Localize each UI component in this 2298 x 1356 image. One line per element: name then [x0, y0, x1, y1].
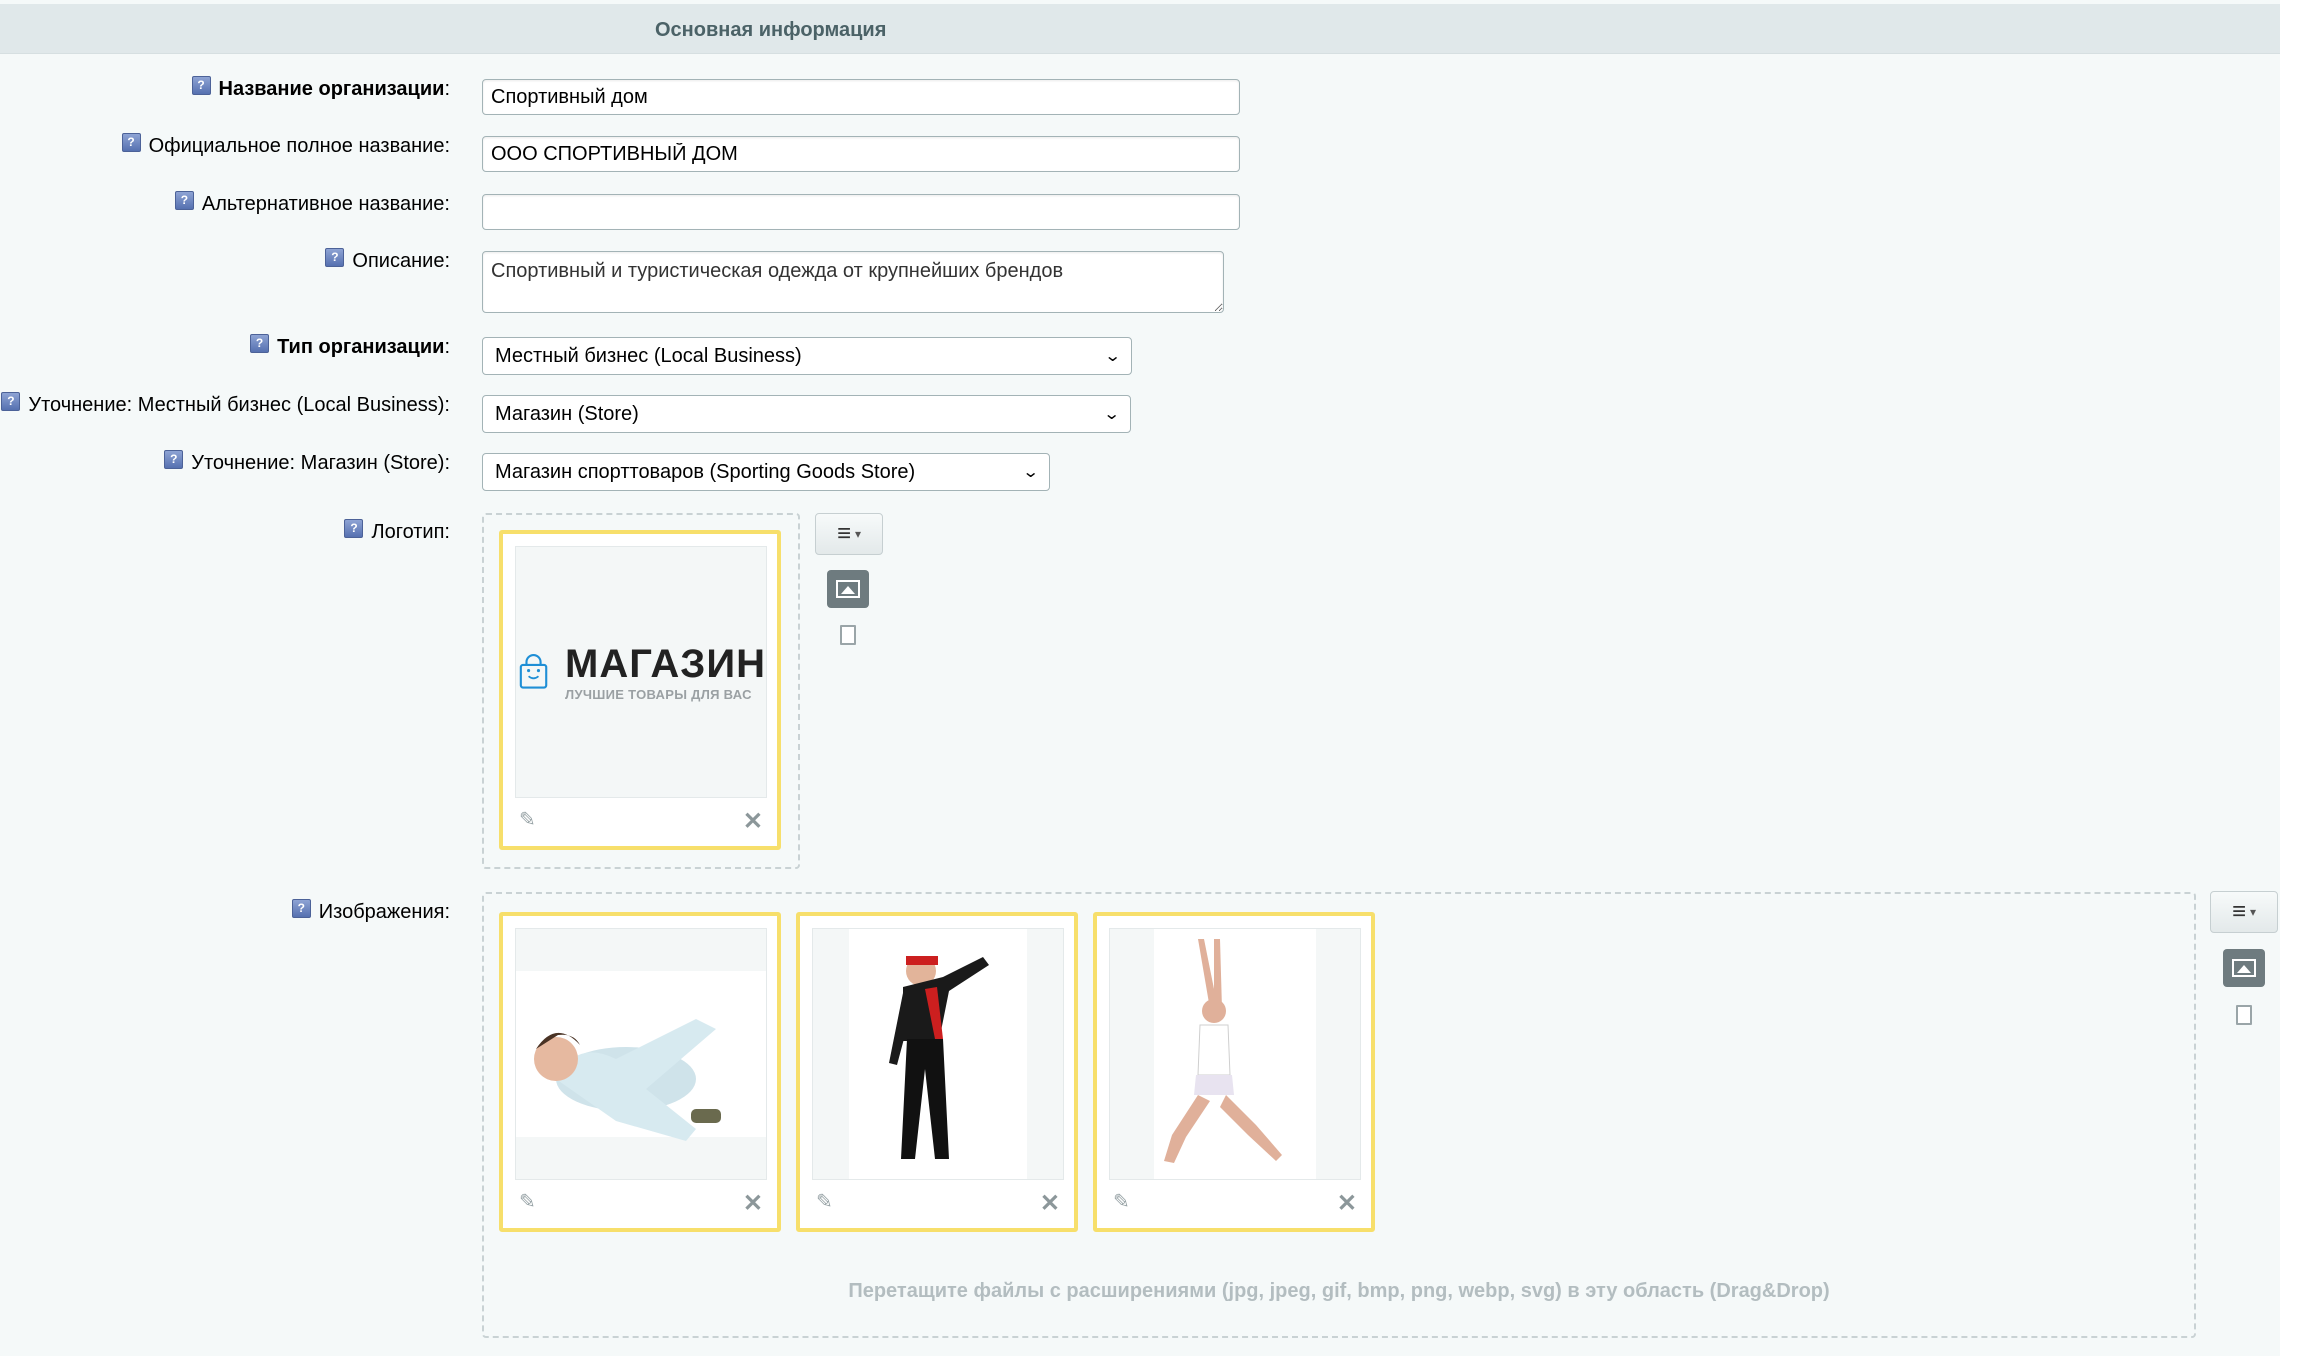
refine-store-value: Магазин спорттоваров (Sporting Goods Sto…: [495, 460, 916, 483]
image-file-card[interactable]: ✎ ✕: [796, 912, 1078, 1232]
menu-icon: ≡: [836, 520, 851, 547]
store-logo: МАГАЗИН ЛУЧШИЕ ТОВАРЫ ДЛЯ ВАС: [516, 607, 766, 737]
document-icon[interactable]: [840, 625, 856, 645]
menu-icon: ≡: [2231, 898, 2246, 925]
alt-name-input[interactable]: [482, 194, 1240, 230]
logo-image-button[interactable]: [827, 570, 869, 608]
official-name-label: ? Официальное полное название:: [121, 133, 450, 158]
logo-label: ? Логотип:: [344, 519, 450, 544]
description-label: ? Описание:: [325, 248, 450, 273]
caret-down-icon: ▾: [2249, 905, 2257, 919]
chevron-down-icon: ⌄: [1021, 464, 1040, 481]
image-thumbnail: [1109, 928, 1361, 1180]
caret-down-icon: ▾: [854, 527, 862, 541]
help-icon[interactable]: ?: [191, 76, 211, 95]
images-menu-button[interactable]: ≡ ▾: [2210, 891, 2278, 933]
alt-name-label: ? Альтернативное название:: [174, 191, 450, 216]
form-panel: Основная информация ? Название организац…: [0, 0, 2280, 1356]
edit-icon[interactable]: ✎: [519, 807, 536, 832]
org-type-value: Местный бизнес (Local Business): [495, 344, 802, 367]
close-icon[interactable]: ✕: [1337, 1189, 1357, 1218]
photo-woman-stretching: [849, 929, 1027, 1179]
image-file-card[interactable]: ✎ ✕: [1093, 912, 1375, 1232]
help-icon[interactable]: ?: [291, 899, 311, 918]
document-icon[interactable]: [2236, 1005, 2252, 1025]
image-icon: [2232, 959, 2256, 977]
org-name-label: ? Название организации:: [191, 76, 450, 101]
section-header: Основная информация: [0, 4, 2280, 54]
shopping-bag-icon: [519, 654, 548, 689]
logo-subtext: ЛУЧШИЕ ТОВАРЫ ДЛЯ ВАС: [565, 686, 752, 702]
close-icon[interactable]: ✕: [1040, 1189, 1060, 1218]
help-icon[interactable]: ?: [325, 248, 345, 267]
org-name-input[interactable]: [482, 79, 1240, 115]
photo-woman-reclining: [516, 971, 766, 1141]
image-thumbnail: [812, 928, 1064, 1180]
help-icon[interactable]: ?: [250, 334, 270, 353]
images-image-button[interactable]: [2223, 949, 2265, 987]
refine-local-select[interactable]: Магазин (Store) ⌄: [482, 395, 1131, 433]
image-file-card[interactable]: ✎ ✕: [499, 912, 781, 1232]
help-icon[interactable]: ?: [174, 191, 194, 210]
edit-icon[interactable]: ✎: [519, 1189, 536, 1214]
logo-dropzone[interactable]: МАГАЗИН ЛУЧШИЕ ТОВАРЫ ДЛЯ ВАС ✎ ✕: [482, 513, 800, 869]
help-icon[interactable]: ?: [344, 519, 364, 538]
org-type-label: ? Тип организации:: [250, 334, 450, 359]
close-icon[interactable]: ✕: [743, 807, 763, 836]
chevron-down-icon: ⌄: [1102, 406, 1121, 423]
logo-file-card[interactable]: МАГАЗИН ЛУЧШИЕ ТОВАРЫ ДЛЯ ВАС ✎ ✕: [499, 530, 781, 850]
drop-hint: Перетащите файлы с расширениями (jpg, jp…: [848, 1280, 1830, 1302]
official-name-input[interactable]: [482, 136, 1240, 172]
images-dropzone[interactable]: ✎ ✕ ✎ ✕ ✎ ✕ Перетащите файлы с расширени…: [482, 892, 2196, 1338]
section-title: Основная информация: [655, 19, 887, 41]
logo-menu-button[interactable]: ≡ ▾: [815, 513, 883, 555]
description-textarea[interactable]: Спортивный и туристическая одежда от кру…: [482, 251, 1224, 313]
help-icon[interactable]: ?: [1, 392, 21, 411]
org-type-select[interactable]: Местный бизнес (Local Business) ⌄: [482, 337, 1132, 375]
refine-local-label: ? Уточнение: Местный бизнес (Local Busin…: [1, 392, 450, 417]
help-icon[interactable]: ?: [121, 133, 141, 152]
refine-store-label: ? Уточнение: Магазин (Store):: [164, 450, 450, 475]
refine-store-select[interactable]: Магазин спорттоваров (Sporting Goods Sto…: [482, 453, 1050, 491]
photo-woman-yoga: [1154, 929, 1316, 1179]
logo-thumbnail: МАГАЗИН ЛУЧШИЕ ТОВАРЫ ДЛЯ ВАС: [515, 546, 767, 798]
help-icon[interactable]: ?: [164, 450, 184, 469]
refine-local-value: Магазин (Store): [495, 402, 639, 425]
logo-text: МАГАЗИН: [565, 641, 766, 686]
images-label: ? Изображения:: [291, 899, 450, 924]
edit-icon[interactable]: ✎: [1113, 1189, 1130, 1214]
image-icon: [836, 580, 860, 598]
edit-icon[interactable]: ✎: [816, 1189, 833, 1214]
close-icon[interactable]: ✕: [743, 1189, 763, 1218]
image-thumbnail: [515, 928, 767, 1180]
chevron-down-icon: ⌄: [1103, 348, 1122, 365]
